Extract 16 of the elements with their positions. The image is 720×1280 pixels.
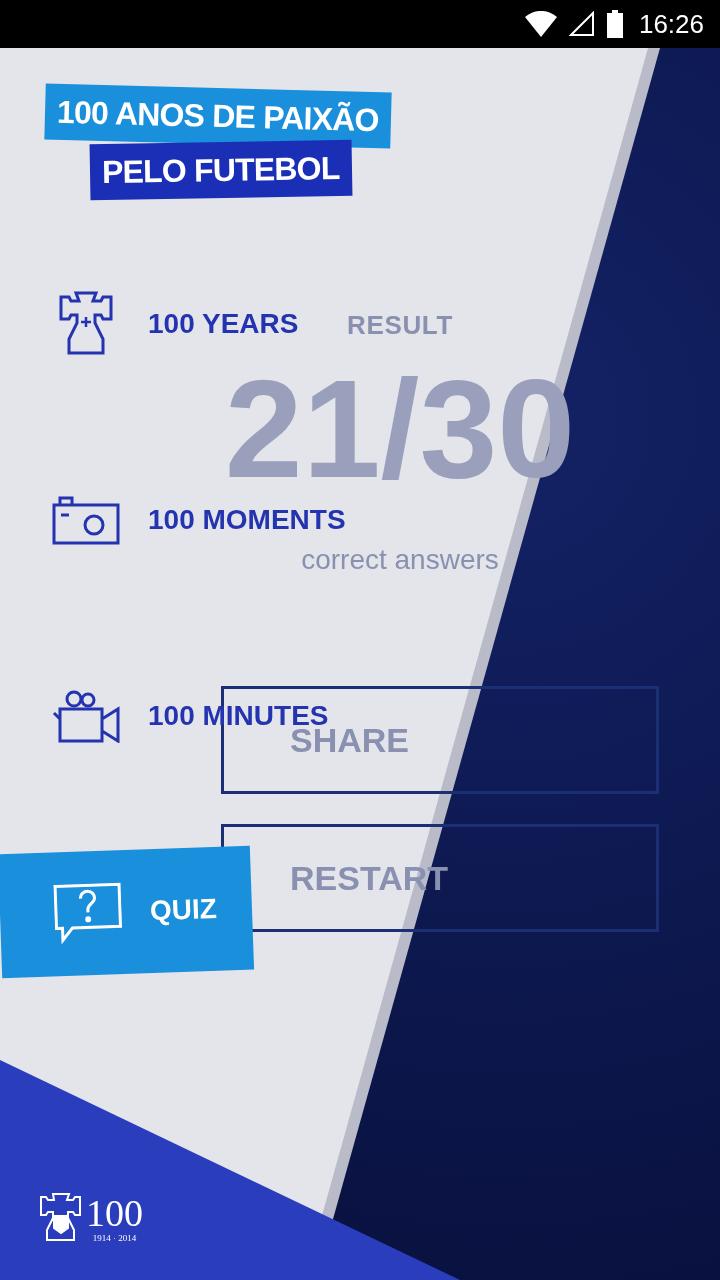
header-banner: PELO FUTEBOL: [89, 139, 352, 201]
logo-years: 1914 · 2014: [92, 1232, 137, 1246]
logo-number: 100: [86, 1194, 143, 1233]
battery-icon: [606, 10, 623, 38]
wifi-icon: [524, 11, 557, 37]
menu-item[interactable]: 100 YEARS: [50, 291, 299, 357]
camera-icon: [52, 495, 120, 545]
score-caption: correct answers: [301, 544, 499, 576]
menu-item[interactable]: QUIZ: [0, 845, 255, 979]
video-camera-icon: [52, 689, 120, 743]
menu-item[interactable]: 100 MOMENTS: [50, 495, 346, 545]
cross-icon: [58, 291, 114, 357]
result-title: RESULT: [347, 310, 453, 340]
clock: 16:26: [638, 7, 704, 41]
question-bubble-icon: [53, 882, 124, 945]
signal-icon: [568, 11, 595, 37]
